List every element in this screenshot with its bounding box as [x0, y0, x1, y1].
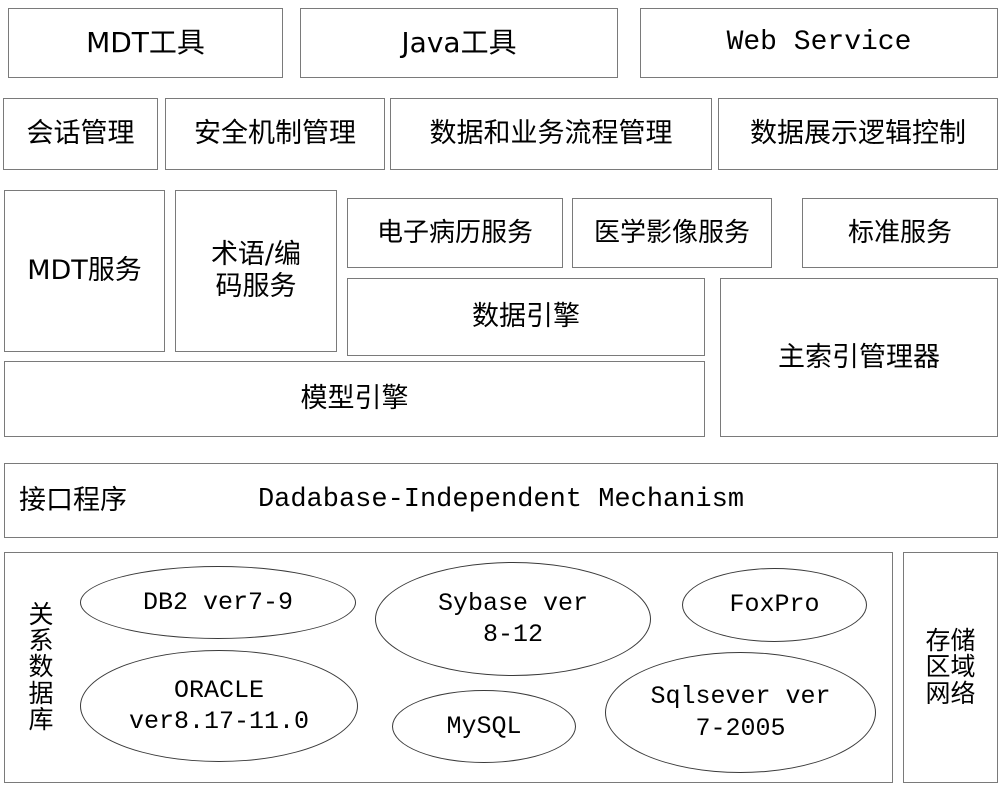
relational-db-char-2: 系: [28, 626, 54, 656]
san-label-line-2: 区域: [925, 652, 976, 682]
san-label-line-3: 网络: [925, 678, 976, 708]
mgmt-box-security-label: 安全机制管理: [194, 118, 356, 150]
relational-db-char-1: 关: [28, 599, 54, 629]
service-box-mdt-label: MDT服务: [27, 255, 142, 287]
architecture-diagram: MDT工具 Java工具 Web Service 会话管理 安全机制管理 数据和…: [0, 0, 1000, 787]
tool-box-mdt[interactable]: MDT工具: [8, 8, 283, 78]
san-label-line-1: 存储: [925, 626, 976, 656]
service-box-medical-imaging-label: 医学影像服务: [593, 217, 750, 248]
service-box-model-engine-label: 模型引擎: [300, 383, 409, 415]
database-node-oracle[interactable]: ORACLE ver8.17-11.0: [80, 650, 358, 762]
mgmt-box-session[interactable]: 会话管理: [3, 98, 158, 170]
database-node-foxpro[interactable]: FoxPro: [682, 568, 867, 642]
relational-db-char-5: 库: [28, 704, 54, 734]
tool-box-mdt-label: MDT工具: [86, 26, 205, 60]
service-box-emr[interactable]: 电子病历服务: [347, 198, 563, 268]
service-box-medical-imaging[interactable]: 医学影像服务: [572, 198, 772, 268]
database-node-sqlserver[interactable]: Sqlsever ver 7-2005: [605, 652, 876, 773]
mgmt-box-data-business-flow[interactable]: 数据和业务流程管理: [390, 98, 712, 170]
database-node-db2[interactable]: DB2 ver7-9: [80, 566, 356, 639]
service-box-terminology-coding-label: 术语/编 码服务: [210, 239, 302, 302]
service-box-model-engine[interactable]: 模型引擎: [4, 361, 705, 437]
mgmt-box-security[interactable]: 安全机制管理: [165, 98, 385, 170]
mgmt-box-session-label: 会话管理: [26, 118, 135, 150]
database-node-sybase[interactable]: Sybase ver 8-12: [375, 562, 651, 676]
service-box-master-index-manager-label: 主索引管理器: [778, 341, 940, 373]
tool-box-java-label: Java工具: [401, 26, 517, 60]
service-box-terminology-coding[interactable]: 术语/编 码服务: [175, 190, 337, 352]
service-box-standard-label: 标准服务: [847, 217, 952, 248]
relational-database-label: 关 系 数 据 库: [16, 560, 66, 775]
relational-db-char-4: 据: [28, 678, 54, 708]
interface-layer-title: Dadabase-Independent Mechanism: [257, 484, 745, 515]
database-node-oracle-label: ORACLE ver8.17-11.0: [128, 675, 310, 736]
service-box-standard[interactable]: 标准服务: [802, 198, 998, 268]
database-node-db2-label: DB2 ver7-9: [142, 587, 294, 617]
database-node-mysql-label: MySQL: [446, 711, 522, 741]
tool-box-java[interactable]: Java工具: [300, 8, 618, 78]
san-label: 存储 区域 网络: [925, 626, 976, 708]
tool-box-web-service[interactable]: Web Service: [640, 8, 998, 78]
database-node-sybase-label: Sybase ver 8-12: [437, 588, 589, 649]
san-box[interactable]: 存储 区域 网络: [903, 552, 998, 783]
database-node-mysql[interactable]: MySQL: [392, 690, 576, 763]
service-box-master-index-manager[interactable]: 主索引管理器: [720, 278, 998, 437]
database-node-sqlserver-label: Sqlsever ver 7-2005: [650, 682, 831, 743]
database-node-foxpro-label: FoxPro: [729, 590, 820, 620]
interface-layer[interactable]: 接口程序 Dadabase-Independent Mechanism: [4, 463, 998, 538]
mgmt-box-presentation-logic[interactable]: 数据展示逻辑控制: [718, 98, 998, 170]
service-box-data-engine[interactable]: 数据引擎: [347, 278, 705, 356]
tool-box-web-service-label: Web Service: [726, 27, 912, 59]
service-box-emr-label: 电子病历服务: [376, 217, 533, 248]
service-box-data-engine-label: 数据引擎: [472, 301, 580, 333]
service-box-mdt[interactable]: MDT服务: [4, 190, 165, 352]
mgmt-box-presentation-logic-label: 数据展示逻辑控制: [750, 118, 966, 150]
relational-db-char-3: 数: [28, 652, 54, 682]
mgmt-box-data-business-flow-label: 数据和业务流程管理: [429, 118, 673, 150]
